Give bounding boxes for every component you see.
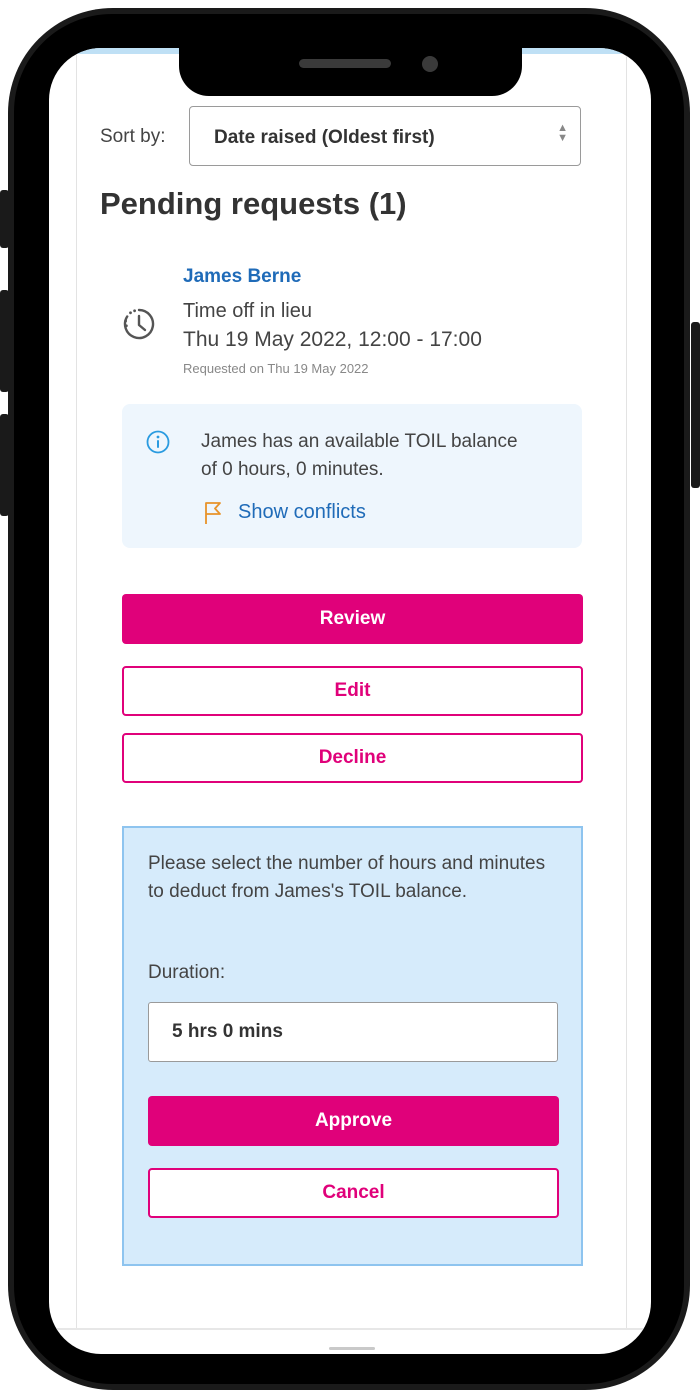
phone-volume-up-button bbox=[0, 290, 9, 392]
front-camera bbox=[422, 56, 438, 72]
approve-panel: Please select the number of hours and mi… bbox=[122, 826, 583, 1266]
pending-requests-title: Pending requests (1) bbox=[100, 186, 407, 221]
sort-select[interactable]: Date raised (Oldest first) ▲ ▼ bbox=[189, 106, 581, 166]
requester-name-link[interactable]: James Berne bbox=[183, 266, 301, 288]
sort-arrows-icon: ▲ ▼ bbox=[557, 122, 568, 144]
bottom-divider bbox=[49, 1328, 651, 1330]
phone-volume-down-button bbox=[0, 414, 9, 516]
speaker-grille bbox=[299, 59, 391, 68]
phone-screen: Sort by: Date raised (Oldest first) ▲ ▼ P… bbox=[49, 48, 651, 1354]
phone-notch bbox=[179, 48, 522, 96]
sort-selected-value: Date raised (Oldest first) bbox=[214, 127, 435, 148]
sort-label: Sort by: bbox=[100, 126, 166, 147]
decline-button[interactable]: Decline bbox=[122, 733, 583, 783]
review-button[interactable]: Review bbox=[122, 594, 583, 644]
cancel-button[interactable]: Cancel bbox=[148, 1168, 559, 1218]
show-conflicts-link[interactable]: Show conflicts bbox=[238, 501, 366, 524]
approve-button[interactable]: Approve bbox=[148, 1096, 559, 1146]
request-type: Time off in lieu bbox=[183, 300, 312, 322]
duration-label: Duration: bbox=[148, 962, 226, 983]
content-border-right bbox=[626, 48, 627, 1330]
request-raised-date: Requested on Thu 19 May 2022 bbox=[183, 361, 369, 376]
phone-power-button bbox=[691, 322, 700, 488]
deduct-instructions: Please select the number of hours and mi… bbox=[148, 853, 546, 902]
content-border-left bbox=[76, 48, 77, 1330]
phone-side-button bbox=[0, 190, 9, 248]
duration-input[interactable] bbox=[148, 1002, 558, 1062]
request-datetime: Thu 19 May 2022, 12:00 - 17:00 bbox=[183, 328, 482, 351]
flag-icon bbox=[205, 502, 221, 524]
home-indicator bbox=[329, 1347, 375, 1350]
edit-button[interactable]: Edit bbox=[122, 666, 583, 716]
info-icon bbox=[146, 430, 170, 454]
clock-icon bbox=[123, 308, 155, 340]
toil-info-box: James has an available TOIL balance of 0… bbox=[122, 404, 582, 548]
toil-balance-text: James has an available TOIL balance of 0… bbox=[201, 431, 518, 480]
